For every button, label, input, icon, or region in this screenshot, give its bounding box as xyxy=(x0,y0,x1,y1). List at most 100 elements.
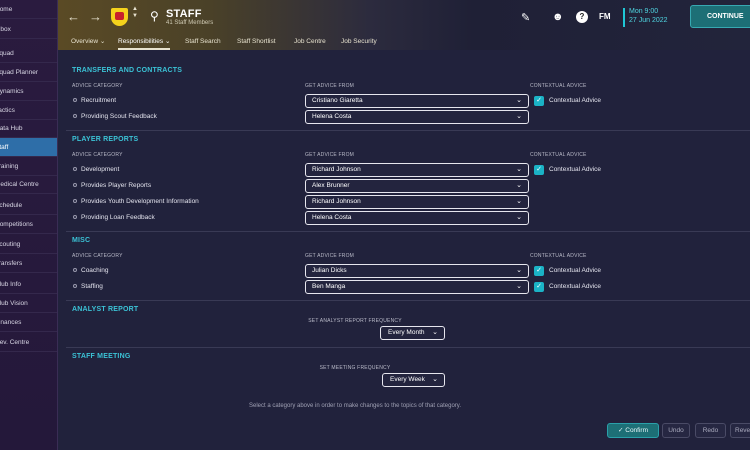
club-crest-icon xyxy=(111,8,128,26)
sidebar: Home Inbox Squad Squad Planner Dynamics … xyxy=(0,0,58,450)
sidebar-item-staff[interactable]: Staff xyxy=(0,138,57,157)
sidebar-item-home[interactable]: Home xyxy=(0,0,57,19)
tab-job-security[interactable]: Job Security xyxy=(341,34,377,50)
contextual-advice-checkbox[interactable]: ✓ xyxy=(534,165,544,175)
category-coaching[interactable]: Coaching xyxy=(73,267,108,274)
tab-overview[interactable]: Overview ⌄ xyxy=(71,34,105,50)
sidebar-item-label: Scouting xyxy=(0,241,21,248)
chevron-down-icon: ⌄ xyxy=(516,113,522,120)
radio-icon xyxy=(73,199,77,204)
section-title-transfers: TRANSFERS AND CONTRACTS xyxy=(72,67,183,74)
category-recruitment[interactable]: Recruitment xyxy=(73,97,116,104)
contextual-advice-label: Contextual Advice xyxy=(549,166,602,173)
meeting-frequency-label: SET MEETING FREQUENCY xyxy=(319,365,391,371)
advisor-dropdown-scout-feedback[interactable]: Helena Costa ⌄ xyxy=(305,110,529,124)
fm-menu-icon[interactable]: FM xyxy=(599,12,611,21)
chevron-down-icon: ⌄ xyxy=(432,376,438,383)
radio-icon xyxy=(73,183,77,188)
back-arrow-icon[interactable]: ← xyxy=(67,9,80,24)
advisor-dropdown-coaching[interactable]: Julian Dicks ⌄ xyxy=(305,264,529,278)
section-title-misc: MISC xyxy=(72,237,91,244)
section-divider xyxy=(66,347,750,348)
contextual-advice-checkbox[interactable]: ✓ xyxy=(534,282,544,292)
redo-button[interactable]: Redo xyxy=(695,423,726,438)
confirm-button[interactable]: ✓ Confirm xyxy=(607,423,659,438)
sidebar-item-inbox[interactable]: Inbox xyxy=(0,20,57,39)
section-title-player-reports: PLAYER REPORTS xyxy=(72,136,139,143)
tab-staff-shortlist[interactable]: Staff Shortlist xyxy=(237,34,276,50)
contextual-advice-label: Contextual Advice xyxy=(549,267,602,274)
section-divider xyxy=(66,300,750,301)
chevron-down-icon: ⌄ xyxy=(516,283,522,290)
category-player-reports[interactable]: Provides Player Reports xyxy=(73,182,151,189)
contextual-advice-checkbox[interactable]: ✓ xyxy=(534,266,544,276)
sidebar-item-label: Medical Centre xyxy=(0,181,39,188)
chevron-down-icon: ⌄ xyxy=(516,182,522,189)
advisor-dropdown-development[interactable]: Richard Johnson ⌄ xyxy=(305,163,529,177)
sidebar-item-tactics[interactable]: Tactics xyxy=(0,101,57,120)
social-feed-icon[interactable]: ☻ xyxy=(552,11,564,23)
category-development[interactable]: Development xyxy=(73,166,119,173)
advisor-dropdown-youth-development[interactable]: Richard Johnson ⌄ xyxy=(305,195,529,209)
contextual-advice-checkbox[interactable]: ✓ xyxy=(534,96,544,106)
column-header-advisor: GET ADVICE FROM xyxy=(305,253,355,259)
sidebar-item-dynamics[interactable]: Dynamics xyxy=(0,82,57,101)
category-scout-feedback[interactable]: Providing Scout Feedback xyxy=(73,113,157,120)
sidebar-item-data-hub[interactable]: Data Hub xyxy=(0,119,57,138)
radio-icon xyxy=(73,268,77,273)
sidebar-item-squad-planner[interactable]: Squad Planner xyxy=(0,63,57,82)
sidebar-item-training[interactable]: Training xyxy=(0,157,57,176)
edit-pencil-icon[interactable]: ✎ xyxy=(521,11,530,24)
sidebar-item-dev-centre[interactable]: Dev. Centre xyxy=(0,333,57,352)
sidebar-item-label: Staff xyxy=(0,144,9,151)
sidebar-item-label: Competitions xyxy=(0,221,33,228)
app-window: Home Inbox Squad Squad Planner Dynamics … xyxy=(0,0,750,450)
meeting-frequency-dropdown[interactable]: Every Week ⌄ xyxy=(382,373,445,387)
advisor-dropdown-player-reports[interactable]: Alex Brunner ⌄ xyxy=(305,179,529,193)
continue-button[interactable]: CONTINUE xyxy=(690,5,750,28)
tab-job-centre[interactable]: Job Centre xyxy=(294,34,326,50)
column-header-category: ADVICE CATEGORY xyxy=(72,152,123,158)
chevron-down-icon: ⌄ xyxy=(516,267,522,274)
column-header-advisor: GET ADVICE FROM xyxy=(305,152,355,158)
page-subtitle: 41 Staff Members xyxy=(166,20,214,26)
chevron-down-icon: ⌄ xyxy=(516,198,522,205)
advisor-dropdown-recruitment[interactable]: Cristiano Giaretta ⌄ xyxy=(305,94,529,108)
sidebar-item-competitions[interactable]: Competitions xyxy=(0,215,57,234)
tab-staff-search[interactable]: Staff Search xyxy=(185,34,221,50)
radio-icon xyxy=(73,98,77,103)
tab-responsibilities[interactable]: Responsibilities ⌄ xyxy=(118,34,171,50)
switch-team-chevrons-icon[interactable]: ▲ ▼ xyxy=(132,6,138,20)
undo-button[interactable]: Undo xyxy=(662,423,690,438)
contextual-advice-label: Contextual Advice xyxy=(549,97,602,104)
category-youth-development[interactable]: Provides Youth Development Information xyxy=(73,198,199,205)
search-icon[interactable]: ⚲ xyxy=(150,9,159,23)
sidebar-item-club-vision[interactable]: Club Vision xyxy=(0,294,57,313)
sidebar-item-club-info[interactable]: Club Info xyxy=(0,275,57,294)
sidebar-item-label: Squad Planner xyxy=(0,69,39,76)
advisor-dropdown-loan-feedback[interactable]: Helena Costa ⌄ xyxy=(305,211,529,225)
help-icon[interactable]: ? xyxy=(576,11,588,23)
category-loan-feedback[interactable]: Providing Loan Feedback xyxy=(73,214,155,221)
analyst-frequency-label: SET ANALYST REPORT FREQUENCY xyxy=(308,318,402,324)
section-title-analyst-report: ANALYST REPORT xyxy=(72,306,139,313)
sidebar-item-scouting[interactable]: Scouting xyxy=(0,235,57,254)
revert-button[interactable]: Revert xyxy=(730,423,750,438)
sidebar-item-transfers[interactable]: Transfers xyxy=(0,254,57,273)
sidebar-item-squad[interactable]: Squad xyxy=(0,44,57,63)
sidebar-item-medical-centre[interactable]: Medical Centre xyxy=(0,175,57,194)
analyst-frequency-dropdown[interactable]: Every Month ⌄ xyxy=(380,326,445,340)
radio-icon xyxy=(73,167,77,172)
sidebar-item-schedule[interactable]: Schedule xyxy=(0,196,57,215)
column-header-contextual: CONTEXTUAL ADVICE xyxy=(530,152,587,158)
contextual-advice-label: Contextual Advice xyxy=(549,283,602,290)
advisor-dropdown-staffing[interactable]: Ben Manga ⌄ xyxy=(305,280,529,294)
sidebar-item-finances[interactable]: Finances xyxy=(0,313,57,332)
category-staffing[interactable]: Staffing xyxy=(73,283,103,290)
chevron-down-icon: ⌄ xyxy=(516,166,522,173)
column-header-contextual: CONTEXTUAL ADVICE xyxy=(530,83,587,89)
forward-arrow-icon[interactable]: → xyxy=(89,9,102,24)
chevron-down-icon: ⌄ xyxy=(516,214,522,221)
chevron-down-icon: ⌄ xyxy=(432,329,438,336)
sidebar-item-label: Training xyxy=(0,163,19,170)
